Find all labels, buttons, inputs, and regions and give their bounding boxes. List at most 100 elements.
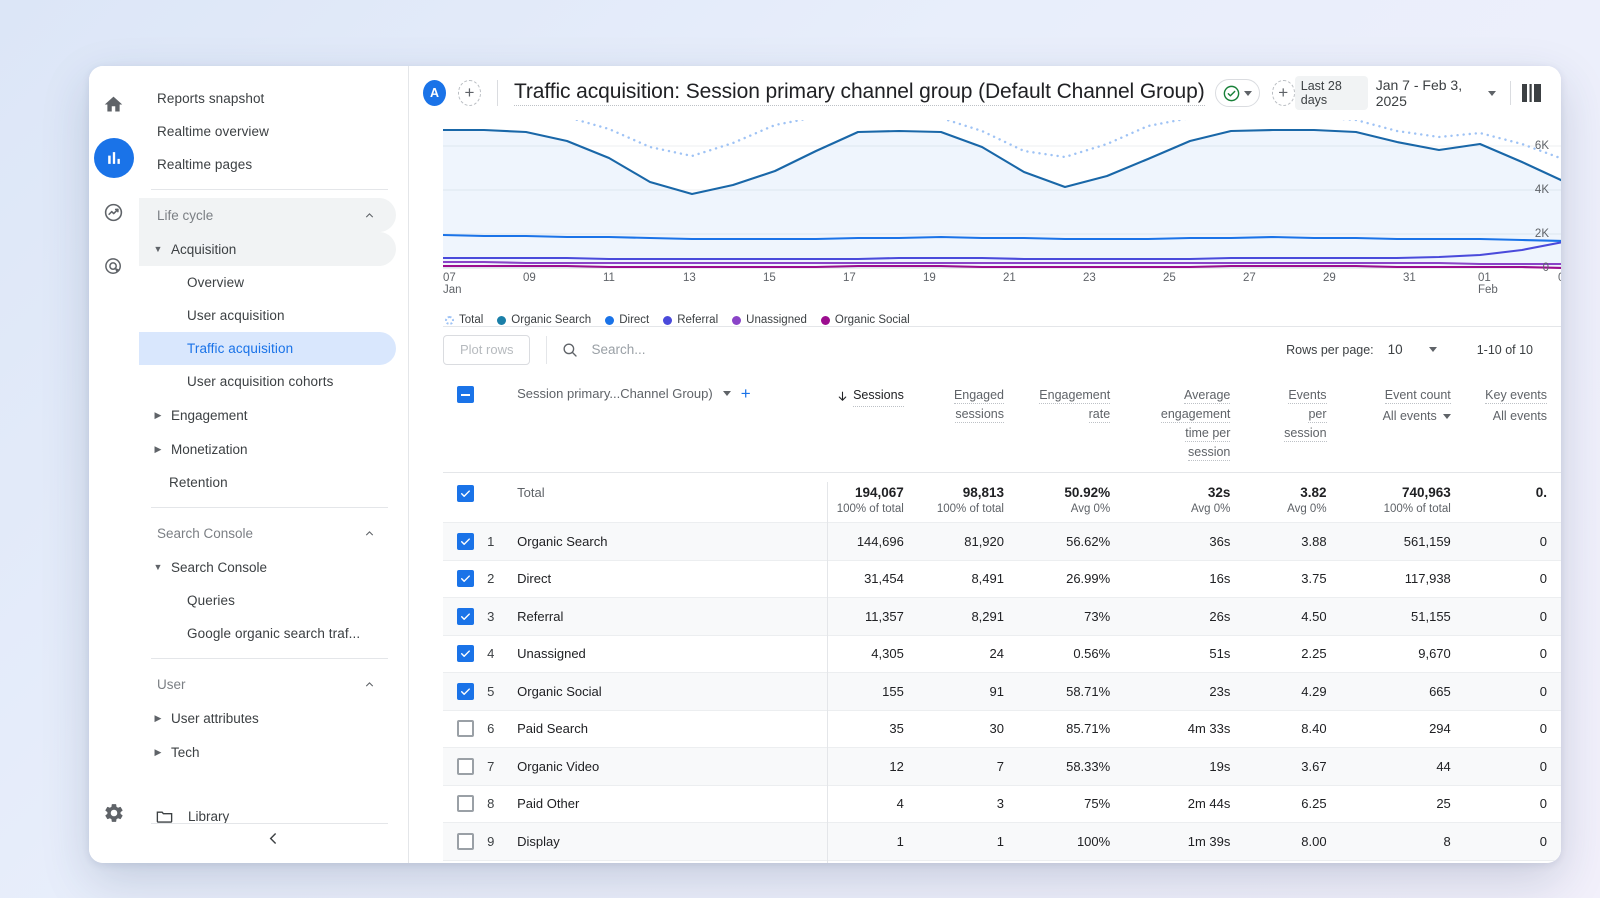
- legend-item-referral[interactable]: Referral: [663, 314, 718, 326]
- row-checkbox[interactable]: [457, 758, 474, 775]
- table-row[interactable]: 5Organic Social1559158.71%23s4.296650: [443, 673, 1561, 711]
- legend-item-unassigned[interactable]: Unassigned: [732, 314, 807, 326]
- rows-per-page-select[interactable]: 10: [1388, 342, 1437, 357]
- index-header: [487, 372, 517, 473]
- row-checkbox[interactable]: [457, 485, 474, 502]
- legend-item-total[interactable]: Total: [445, 314, 483, 326]
- row-avg-engagement-time: 16s: [1124, 560, 1244, 598]
- table-row[interactable]: 7Organic Video12758.33%19s3.67440: [443, 748, 1561, 786]
- row-checkbox[interactable]: [457, 720, 474, 737]
- sidebar-group-label: User: [157, 677, 186, 692]
- sidebar-item-user-acquisition-cohorts[interactable]: User acquisition cohorts: [139, 365, 396, 398]
- x-axis-tick: 11: [603, 272, 615, 284]
- sidebar-item-tech[interactable]: ▶ Tech: [139, 735, 396, 769]
- row-event-count: 294: [1341, 710, 1465, 748]
- table-row[interactable]: 4Unassigned4,305240.56%51s2.259,6700: [443, 635, 1561, 673]
- column-header-key-events[interactable]: Key events All events: [1465, 372, 1561, 473]
- column-header-engaged-sessions[interactable]: Engaged sessions: [918, 372, 1018, 473]
- explore-icon[interactable]: [94, 192, 134, 232]
- column-header-event-count[interactable]: Event count All events: [1341, 372, 1465, 473]
- row-events-per-session: 3.67: [1244, 748, 1340, 786]
- row-checkbox[interactable]: [457, 645, 474, 662]
- column-header-avg-engagement-time[interactable]: Average engagement time per session: [1124, 372, 1244, 473]
- plus-icon: +: [465, 83, 475, 103]
- y-axis-tick: 4K: [1535, 184, 1549, 196]
- add-dimension-icon[interactable]: +: [741, 387, 751, 401]
- table-row[interactable]: 3Referral11,3578,29173%26s4.5051,1550: [443, 598, 1561, 636]
- avatar[interactable]: A: [423, 80, 446, 106]
- analytics-window: Reports snapshot Realtime overview Realt…: [89, 66, 1561, 863]
- legend-item-organic-social[interactable]: Organic Social: [821, 314, 910, 326]
- row-event-count: 8: [1341, 823, 1465, 861]
- select-all-checkbox[interactable]: [457, 386, 474, 403]
- sidebar-item-traffic-acquisition[interactable]: Traffic acquisition: [139, 332, 396, 365]
- sidebar-item-search-console[interactable]: ▼ Search Console: [139, 550, 396, 584]
- add-insight-button[interactable]: +: [1272, 80, 1295, 106]
- column-header-events-per-session[interactable]: Events per session: [1244, 372, 1340, 473]
- sidebar-group-user[interactable]: User: [139, 667, 396, 701]
- row-checkbox[interactable]: [457, 570, 474, 587]
- row-checkbox-cell: [443, 523, 487, 561]
- reports-icon[interactable]: [94, 138, 134, 178]
- row-dimension-name: Paid Other: [517, 785, 818, 823]
- search-input[interactable]: [591, 342, 851, 357]
- event-count-filter[interactable]: All events: [1341, 407, 1451, 426]
- date-range-picker[interactable]: Last 28 days Jan 7 - Feb 3, 2025: [1295, 76, 1496, 110]
- sidebar-item-library[interactable]: Library: [139, 797, 408, 823]
- home-icon[interactable]: [94, 84, 134, 124]
- table-row[interactable]: 9Display11100%1m 39s8.0080: [443, 823, 1561, 861]
- x-axis-tick: 27: [1243, 272, 1256, 284]
- compare-view-icon[interactable]: [1521, 83, 1549, 103]
- sidebar-item-realtime-overview[interactable]: Realtime overview: [139, 115, 396, 148]
- sidebar-item-monetization[interactable]: ▶ Monetization: [139, 432, 396, 466]
- total-events-per-session: 3.82 Avg 0%: [1244, 473, 1340, 523]
- row-checkbox[interactable]: [457, 533, 474, 550]
- table-row[interactable]: 1Organic Search144,69681,92056.62%36s3.8…: [443, 523, 1561, 561]
- sidebar-item-reports-snapshot[interactable]: Reports snapshot: [139, 82, 396, 115]
- row-event-count: 9,670: [1341, 635, 1465, 673]
- row-checkbox[interactable]: [457, 683, 474, 700]
- sidebar-item-overview[interactable]: Overview: [139, 266, 396, 299]
- sidebar-group-life-cycle[interactable]: Life cycle: [139, 198, 396, 232]
- sidebar-item-label: Realtime pages: [157, 157, 252, 172]
- collapse-sidebar-button[interactable]: [139, 824, 408, 857]
- sidebar-item-retention[interactable]: Retention: [139, 466, 396, 499]
- sidebar-item-queries[interactable]: Queries: [139, 584, 396, 617]
- sidebar-item-label: Tech: [171, 745, 200, 760]
- legend-label: Organic Social: [835, 314, 910, 326]
- row-checkbox[interactable]: [457, 795, 474, 812]
- add-comparison-button[interactable]: +: [458, 80, 481, 106]
- row-sessions: 4,305: [818, 635, 918, 673]
- row-sessions: 31,454: [818, 560, 918, 598]
- sidebar-item-acquisition[interactable]: ▼ Acquisition: [139, 232, 396, 266]
- settings-gear-icon[interactable]: [94, 793, 134, 833]
- row-event-count: 51,155: [1341, 598, 1465, 636]
- sidebar-item-user-attributes[interactable]: ▶ User attributes: [139, 701, 396, 735]
- chevron-up-icon: [363, 678, 376, 691]
- advertising-icon[interactable]: [94, 246, 134, 286]
- table-row[interactable]: 8Paid Other4375%2m 44s6.25250: [443, 785, 1561, 823]
- row-dimension-name: Organic Search: [517, 523, 818, 561]
- column-header-sessions[interactable]: Sessions: [818, 372, 918, 473]
- row-checkbox[interactable]: [457, 833, 474, 850]
- table-row[interactable]: 6Paid Search353085.71%4m 33s8.402940: [443, 710, 1561, 748]
- x-axis-tick: 15: [763, 272, 776, 284]
- column-header-engagement-rate[interactable]: Engagement rate: [1018, 372, 1124, 473]
- data-quality-badge[interactable]: [1215, 79, 1260, 107]
- sidebar-item-engagement[interactable]: ▶ Engagement: [139, 398, 396, 432]
- table-row[interactable]: 2Direct31,4548,49126.99%16s3.75117,9380: [443, 560, 1561, 598]
- legend-item-direct[interactable]: Direct: [605, 314, 649, 326]
- plot-rows-button[interactable]: Plot rows: [443, 335, 530, 365]
- dimension-selector[interactable]: Session primary...Channel Group) +: [517, 386, 804, 401]
- rows-per-page-control: Rows per page: 10 1-10 of 10: [1286, 342, 1533, 357]
- sidebar-item-label: Google organic search traf...: [187, 626, 360, 641]
- legend-item-organic-search[interactable]: Organic Search: [497, 314, 591, 326]
- sidebar-item-google-organic-search-traffic[interactable]: Google organic search traf...: [139, 617, 396, 650]
- row-dimension-name: Direct: [517, 560, 818, 598]
- sidebar-group-search-console[interactable]: Search Console: [139, 516, 396, 550]
- row-checkbox[interactable]: [457, 608, 474, 625]
- table-search[interactable]: [561, 341, 1286, 359]
- sidebar-item-realtime-pages[interactable]: Realtime pages: [139, 148, 396, 181]
- sidebar-item-user-acquisition[interactable]: User acquisition: [139, 299, 396, 332]
- row-dimension-name: Referral: [517, 598, 818, 636]
